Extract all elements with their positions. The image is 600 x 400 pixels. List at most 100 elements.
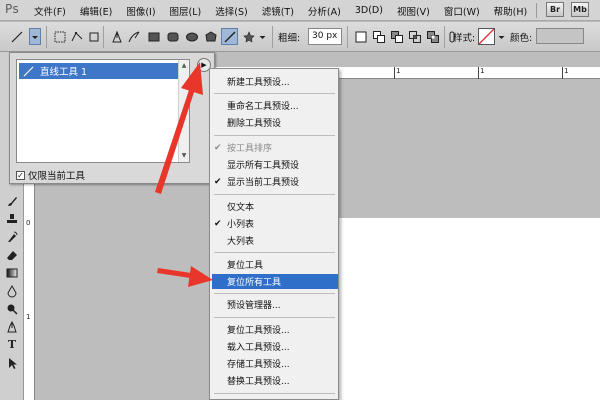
eraser-tool-icon[interactable] <box>3 246 21 263</box>
menubar-divider <box>536 3 537 18</box>
pen-tool-icon[interactable] <box>108 28 125 45</box>
scroll-up-icon[interactable]: ▲ <box>180 62 188 70</box>
history-brush-icon[interactable] <box>3 228 21 245</box>
menu-item-new-preset[interactable]: 新建工具预设... <box>210 74 338 89</box>
check-icon: ✔ <box>214 142 222 153</box>
preset-list[interactable]: 直线工具 1 ▲ ▼ <box>16 59 190 163</box>
custom-shape-icon[interactable] <box>240 28 257 45</box>
menu-item-delete-preset[interactable]: 删除工具预设 <box>210 115 338 130</box>
color-swatch[interactable] <box>536 28 584 44</box>
menu-edit[interactable]: 编辑(E) <box>80 4 112 18</box>
menu-layer[interactable]: 图层(L) <box>170 4 202 18</box>
pen-tool-icon[interactable] <box>3 318 21 335</box>
menu-item-label: 复位所有工具 <box>227 278 282 288</box>
menu-item-label: 复位工具预设... <box>227 326 290 336</box>
only-current-checkbox[interactable]: ✓ <box>16 170 25 180</box>
menu-item-label: 存储工具预设... <box>227 360 290 370</box>
menu-item-label: 大列表 <box>227 237 255 247</box>
fill-pixels-icon[interactable] <box>85 28 102 45</box>
style-label: 样式: <box>453 33 476 44</box>
gradient-tool-icon[interactable] <box>3 264 21 281</box>
ruler-label: 0 <box>26 219 31 227</box>
weight-label: 粗细: <box>278 33 301 44</box>
line-tool-icon <box>23 66 34 76</box>
brush-tool-icon[interactable] <box>3 192 21 209</box>
menu-image[interactable]: 图像(I) <box>126 4 155 18</box>
ruler-label: 1 <box>564 67 569 75</box>
add-mode-icon[interactable] <box>370 28 387 45</box>
menu-divider <box>214 93 335 94</box>
line-shape-icon[interactable] <box>221 28 238 45</box>
menu-file[interactable]: 文件(F) <box>34 4 66 18</box>
menu-item-reset-all-tools[interactable]: 复位所有工具 <box>212 274 338 289</box>
shape-dropdown-icon[interactable] <box>258 28 267 45</box>
style-swatch[interactable] <box>478 28 495 45</box>
line-tool-icon[interactable] <box>8 28 25 45</box>
menu-select[interactable]: 选择(S) <box>215 4 247 18</box>
freeform-pen-icon[interactable] <box>125 28 142 45</box>
preset-scrollbar[interactable]: ▲ ▼ <box>178 60 189 162</box>
only-current-tool-option[interactable]: ✓ 仅限当前工具 <box>16 168 85 182</box>
rectangle-tool-icon[interactable] <box>145 28 162 45</box>
path-selection-icon[interactable] <box>3 354 21 371</box>
dodge-tool-icon[interactable] <box>3 300 21 317</box>
weight-input[interactable]: 30 px <box>308 28 342 45</box>
menu-item-save-presets[interactable]: 存储工具预设... <box>210 356 338 371</box>
menubar-right: Br Mb <box>546 2 589 17</box>
photoshop-logo: Ps <box>5 2 20 16</box>
style-dropdown-icon[interactable] <box>497 28 506 45</box>
only-current-label: 仅限当前工具 <box>28 171 86 182</box>
bridge-button[interactable]: Br <box>546 2 564 17</box>
shape-layers-icon[interactable] <box>51 28 68 45</box>
menu-item-preset-manager[interactable]: 预设管理器... <box>210 297 338 312</box>
menu-item-show-current-presets[interactable]: ✔ 显示当前工具预设 <box>210 174 338 189</box>
new-layer-mode-icon[interactable] <box>352 28 369 45</box>
menu-divider <box>214 194 335 195</box>
menu-item-text-only[interactable]: 仅文本 <box>210 199 338 214</box>
menu-help[interactable]: 帮助(H) <box>494 4 528 18</box>
check-icon: ✔ <box>214 176 222 187</box>
check-icon: ✔ <box>214 218 222 229</box>
menu-view[interactable]: 视图(V) <box>397 4 430 18</box>
menu-item-reset-presets[interactable]: 复位工具预设... <box>210 322 338 337</box>
scroll-down-icon[interactable]: ▼ <box>180 152 188 160</box>
menu-window[interactable]: 窗口(W) <box>444 4 480 18</box>
color-label: 颜色: <box>510 33 533 44</box>
ruler-label: 1 <box>396 67 401 75</box>
menu-divider <box>214 393 335 394</box>
menu-item-label: 删除工具预设 <box>227 119 282 129</box>
options-divider <box>347 26 348 48</box>
menu-item-reset-tool[interactable]: 复位工具 <box>210 257 338 272</box>
menu-item-label: 显示当前工具预设 <box>227 178 300 188</box>
menu-item-label: 预设管理器... <box>227 301 281 311</box>
document-canvas[interactable] <box>337 218 600 400</box>
menu-item-small-list[interactable]: ✔ 小列表 <box>210 216 338 231</box>
menu-3d[interactable]: 3D(D) <box>355 5 383 16</box>
menu-analysis[interactable]: 分析(A) <box>308 4 341 18</box>
menu-item-label: 重命名工具预设... <box>227 102 299 112</box>
preset-picker-dropdown-icon[interactable] <box>29 28 41 45</box>
polygon-tool-icon[interactable] <box>202 28 219 45</box>
menu-divider <box>214 135 335 136</box>
paths-icon[interactable] <box>68 28 85 45</box>
mini-bridge-button[interactable]: Mb <box>571 2 589 17</box>
options-bar: 粗细: 30 px 样式: 颜色: <box>0 22 600 52</box>
blur-tool-icon[interactable] <box>3 282 21 299</box>
menu-divider <box>214 293 335 294</box>
exclude-mode-icon[interactable] <box>424 28 441 45</box>
menu-item-large-list[interactable]: 大列表 <box>210 233 338 248</box>
menu-divider <box>214 317 335 318</box>
menu-item-load-presets[interactable]: 载入工具预设... <box>210 339 338 354</box>
menu-item-rename-preset[interactable]: 重命名工具预设... <box>210 98 338 113</box>
type-tool-icon[interactable]: T <box>3 336 21 353</box>
menu-item-replace-presets[interactable]: 替换工具预设... <box>210 373 338 388</box>
menu-item-show-all-presets[interactable]: 显示所有工具预设 <box>210 157 338 172</box>
rounded-rectangle-icon[interactable] <box>164 28 181 45</box>
intersect-mode-icon[interactable] <box>406 28 423 45</box>
options-divider <box>272 26 273 48</box>
ellipse-tool-icon[interactable] <box>183 28 200 45</box>
preset-list-item[interactable]: 直线工具 1 <box>19 63 179 79</box>
subtract-mode-icon[interactable] <box>388 28 405 45</box>
clone-stamp-icon[interactable] <box>3 210 21 227</box>
menu-filter[interactable]: 滤镜(T) <box>262 4 294 18</box>
